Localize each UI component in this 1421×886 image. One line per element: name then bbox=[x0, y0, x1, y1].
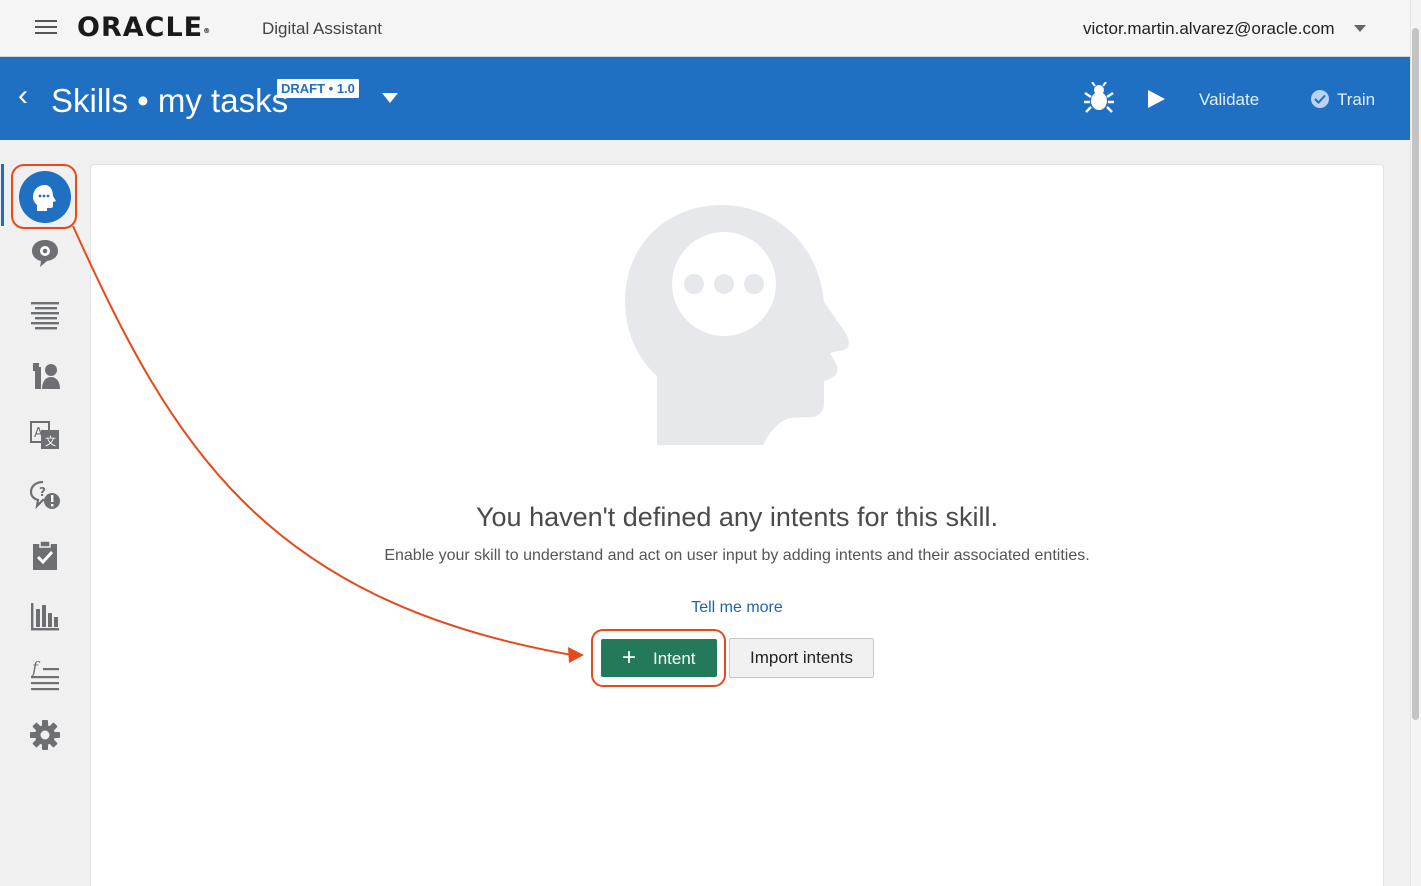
empty-state-description: Enable your skill to understand and act … bbox=[384, 547, 1090, 564]
resource-bundles-icon[interactable]: A 文 bbox=[29, 419, 61, 451]
flows-icon[interactable] bbox=[29, 298, 61, 330]
play-icon[interactable] bbox=[1148, 90, 1165, 108]
entities-icon[interactable] bbox=[29, 237, 61, 269]
app-header: ORACLE® Digital Assistant victor.martin.… bbox=[0, 0, 1410, 57]
svg-text:?: ? bbox=[39, 485, 46, 499]
settings-icon[interactable] bbox=[29, 719, 61, 751]
variables-icon[interactable]: f bbox=[29, 659, 61, 691]
svg-text:文: 文 bbox=[45, 434, 56, 448]
svg-text:f: f bbox=[31, 659, 41, 677]
version-badge: DRAFT • 1.0 bbox=[277, 79, 359, 98]
user-menu[interactable]: victor.martin.alvarez@oracle.com bbox=[1083, 19, 1335, 39]
components-icon[interactable] bbox=[29, 359, 61, 391]
scrollbar-thumb[interactable] bbox=[1412, 28, 1419, 720]
bug-icon[interactable] bbox=[1084, 82, 1114, 114]
active-indicator bbox=[1, 164, 4, 226]
skill-header: ‹ Skills • my tasks DRAFT • 1.0 Validate… bbox=[0, 57, 1410, 140]
empty-state-title: You haven't defined any intents for this… bbox=[476, 502, 998, 532]
product-name: Digital Assistant bbox=[262, 19, 382, 38]
annotation-highlight-intents bbox=[11, 164, 77, 229]
head-illustration-icon bbox=[625, 205, 849, 445]
back-icon[interactable]: ‹ bbox=[18, 81, 28, 111]
validate-button[interactable]: Validate bbox=[1199, 90, 1259, 110]
tell-me-more-link[interactable]: Tell me more bbox=[0, 599, 1421, 617]
check-circle-icon[interactable] bbox=[1311, 90, 1329, 108]
import-intents-button[interactable]: Import intents bbox=[729, 638, 874, 678]
annotation-highlight-intent-button bbox=[591, 629, 726, 687]
logo-text: ORACLE bbox=[77, 12, 204, 43]
logo-reg-mark: ® bbox=[203, 27, 212, 35]
chevron-down-icon[interactable] bbox=[1354, 25, 1366, 32]
hamburger-menu-icon[interactable] bbox=[35, 20, 57, 36]
train-button[interactable]: Train bbox=[1337, 90, 1375, 110]
skill-title: Skills • my tasks bbox=[51, 82, 289, 119]
skill-menu-caret-icon[interactable] bbox=[382, 93, 398, 103]
oracle-logo: ORACLE® bbox=[77, 13, 211, 43]
